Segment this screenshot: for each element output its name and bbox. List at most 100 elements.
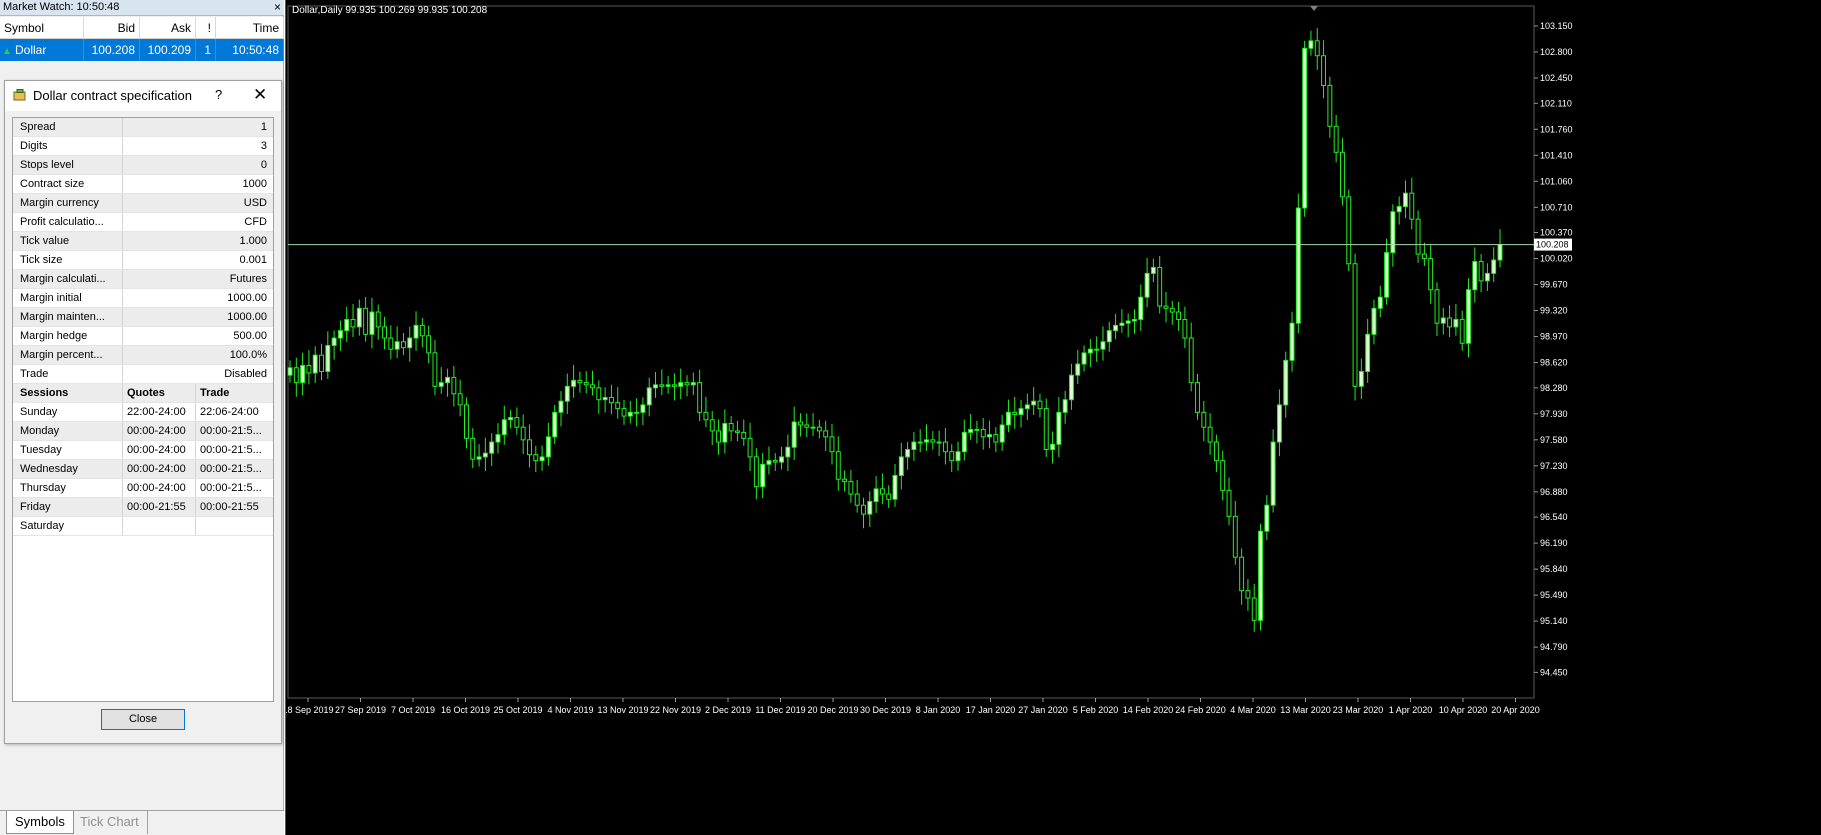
session-trade: 00:00-21:55: [200, 501, 259, 513]
spec-row: Digits 3: [13, 137, 273, 156]
session-row: Friday 00:00-21:55 00:00-21:55: [13, 498, 273, 517]
spec-key: Margin calculati...: [13, 270, 123, 288]
candle-body: [867, 500, 873, 515]
session-quotes: 00:00-24:00: [123, 460, 196, 478]
candle-body: [558, 400, 564, 413]
column-header-symbol[interactable]: Symbol: [0, 17, 84, 38]
candle-body: [300, 365, 306, 384]
candle-body: [861, 504, 866, 515]
candle-body: [753, 456, 759, 488]
candle-body: [1352, 263, 1358, 387]
spec-row: Profit calculatio... CFD: [13, 213, 273, 232]
candle-body: [1302, 47, 1308, 209]
x-tick-label: 23 Mar 2020: [1333, 705, 1384, 715]
x-tick-label: 27 Sep 2019: [335, 705, 386, 715]
spec-key: Margin percent...: [13, 346, 123, 364]
candle-body: [1484, 272, 1490, 282]
candle-body: [514, 417, 520, 428]
session-row: Saturday: [13, 517, 273, 536]
candle-body: [1157, 266, 1163, 307]
candle-body: [1283, 359, 1289, 406]
y-tick-label: 102.110: [1540, 98, 1572, 108]
spec-value: 0.001: [239, 254, 267, 266]
spec-row: Margin percent... 100.0%: [13, 346, 273, 365]
candle-body: [716, 430, 721, 443]
candle-body: [293, 367, 299, 384]
y-tick-label: 97.230: [1540, 461, 1568, 471]
symbol-name: Dollar: [15, 43, 47, 57]
candle-body: [848, 480, 854, 495]
candle-body: [816, 426, 822, 432]
contract-icon: [13, 89, 26, 101]
candle-body: [1037, 400, 1043, 410]
close-icon[interactable]: ✕: [253, 85, 267, 105]
session-day: Tuesday: [13, 441, 123, 459]
table-row[interactable]: Dollar 100.208 100.209 1 10:50:48: [0, 39, 284, 61]
candle-body: [766, 460, 772, 465]
column-header-spread[interactable]: !: [196, 17, 216, 38]
candle-body: [1295, 207, 1301, 324]
candle-body: [886, 493, 892, 500]
candle-body: [1018, 408, 1024, 416]
app-root: Market Watch: 10:50:48 × Symbol Bid Ask …: [0, 0, 1821, 835]
candle-body: [974, 428, 980, 431]
close-button[interactable]: Close: [101, 709, 185, 730]
price-chart[interactable]: Dollar,Daily 99.935 100.269 99.935 100.2…: [285, 0, 1821, 835]
candle-body: [1321, 55, 1326, 86]
y-tick-label: 99.320: [1540, 306, 1568, 316]
candle-body: [438, 382, 444, 387]
close-icon[interactable]: ×: [274, 0, 281, 15]
candle-body: [413, 324, 419, 339]
candle-body: [1150, 266, 1156, 274]
x-tick-label: 4 Nov 2019: [547, 705, 593, 715]
column-header-time[interactable]: Time: [216, 17, 284, 38]
candle-body: [835, 451, 841, 480]
y-tick-label: 96.880: [1540, 487, 1568, 497]
candle-body: [671, 384, 677, 387]
candle-body: [400, 341, 406, 349]
spread-cell: 1: [196, 39, 216, 61]
spec-value: 1000: [242, 178, 267, 190]
spec-key: Profit calculatio...: [13, 213, 123, 231]
candle-body: [1396, 206, 1402, 213]
candle-body: [325, 344, 331, 372]
candle-body: [1050, 443, 1056, 450]
column-header-bid[interactable]: Bid: [84, 17, 140, 38]
session-day: Friday: [13, 498, 123, 516]
spec-row: Margin currency USD: [13, 194, 273, 213]
candle-body: [1012, 411, 1018, 416]
candle-body: [445, 376, 451, 384]
candle-body: [1403, 192, 1408, 208]
tab-symbols[interactable]: Symbols: [6, 811, 74, 834]
candle-body: [1226, 489, 1232, 517]
session-day: Thursday: [13, 479, 123, 497]
help-icon[interactable]: ?: [215, 87, 222, 102]
y-tick-label: 99.670: [1540, 280, 1568, 290]
spec-value: 1.000: [239, 235, 267, 247]
session-row: Thursday 00:00-24:00 00:00-21:5...: [13, 479, 273, 498]
candle-body: [1106, 330, 1112, 343]
session-trade: 22:06-24:00: [200, 406, 259, 418]
candle-body: [961, 431, 967, 453]
candle-body: [747, 437, 753, 458]
candle-body: [697, 382, 703, 413]
session-day: Saturday: [13, 517, 123, 535]
candle-body: [394, 341, 400, 350]
spec-value: 100.0%: [229, 349, 267, 361]
column-header-ask[interactable]: Ask: [140, 17, 196, 38]
x-tick-label: 1 Apr 2020: [1389, 705, 1433, 715]
session-day: Monday: [13, 422, 123, 440]
y-tick-label: 100.710: [1540, 202, 1573, 212]
symbol-cell: Dollar: [0, 39, 84, 61]
candle-body: [968, 428, 974, 433]
spec-row: Margin initial 1000.00: [13, 289, 273, 308]
candle-body: [760, 463, 766, 488]
candle-body: [1138, 296, 1144, 320]
spec-value: 3: [260, 140, 267, 152]
candle-body: [1182, 318, 1188, 339]
candle-body: [1339, 151, 1345, 198]
candle-body: [703, 411, 709, 421]
tab-tick-chart[interactable]: Tick Chart: [72, 811, 148, 834]
candle-body: [993, 434, 999, 443]
dialog-title-bar: Dollar contract specification ? ✕: [5, 81, 281, 111]
